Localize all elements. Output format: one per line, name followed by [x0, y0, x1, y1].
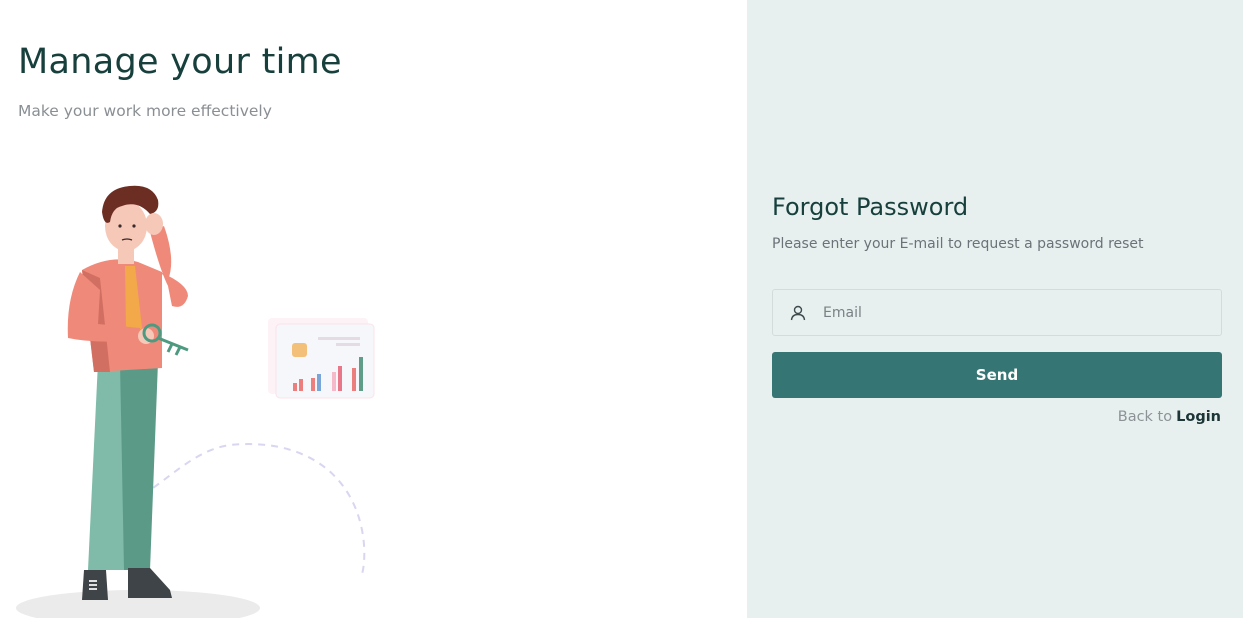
man-with-key-illustration — [16, 185, 375, 618]
user-icon — [787, 302, 809, 324]
back-text: Back to — [1117, 409, 1173, 425]
form-title: Forgot Password — [772, 193, 969, 221]
right-panel: Forgot Password Please enter your E-mail… — [747, 0, 1243, 618]
chart-card-graphic — [268, 318, 375, 399]
dashed-path — [119, 443, 366, 575]
person-figure — [67, 185, 189, 600]
email-field[interactable] — [772, 289, 1222, 336]
login-link[interactable]: Login — [1176, 409, 1221, 425]
hero-title: Manage your time — [18, 42, 342, 82]
left-panel: Manage your time Make your work more eff… — [0, 0, 747, 618]
back-to-login: Back to Login — [1118, 409, 1221, 425]
send-button[interactable]: Send — [772, 352, 1222, 398]
email-input[interactable] — [823, 304, 1203, 321]
form-subtitle: Please enter your E-mail to request a pa… — [772, 236, 1144, 252]
hero-subtitle: Make your work more effectively — [18, 102, 272, 120]
